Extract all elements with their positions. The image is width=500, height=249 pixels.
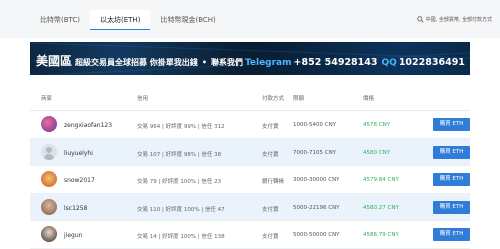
banner-phone: +852 54928143 <box>293 57 378 68</box>
header-credit: 信用 <box>137 96 149 102</box>
trade-limit: 5000-50000 CNY <box>293 232 340 239</box>
trade-limit: 5000-22196 CNY <box>293 204 340 211</box>
banner-headline: 超級交易員全球招募 你掛單我出錢 <box>75 58 198 67</box>
price: 4580.27 CNY <box>363 204 399 211</box>
banner-telegram-label: Telegram <box>244 58 292 68</box>
promo-banner[interactable]: 美國區 超級交易員全球招募 你掛單我出錢 • 聯系我們 Telegram +852 549… <box>30 42 470 75</box>
tab-eth[interactable]: 以太坊(ETH) <box>90 10 151 30</box>
buy-eth-button[interactable]: 購買 ETH <box>433 228 470 242</box>
user-stats: 交易 79 | 好評度 100% | 信任 23 <box>137 179 222 186</box>
user-name[interactable]: jiegun <box>64 232 82 239</box>
avatar[interactable] <box>41 171 57 188</box>
avatar[interactable] <box>41 116 57 132</box>
payment-method: 銀行轉帳 <box>262 179 285 186</box>
search-icon <box>416 16 424 23</box>
tab-btc[interactable]: 比特幣(BTC) <box>30 10 90 30</box>
header-user: 商家 <box>41 96 53 102</box>
trade-limit: 3000-30000 CNY <box>293 177 340 184</box>
trade-limit: 7000-7105 CNY <box>293 149 337 156</box>
banner-text: 美國區 超級交易員全球招募 你掛單我出錢 • 聯系我們 Telegram +852 549… <box>36 50 465 69</box>
user-stats: 交易 14 | 好評度 100% | 信任 138 <box>137 234 225 241</box>
banner-separator: • <box>201 58 207 67</box>
user-name[interactable]: snow2017 <box>64 177 95 184</box>
header-price: 價格 <box>363 96 375 102</box>
payment-method: 支付寶 <box>262 124 279 130</box>
banner-qq-label: QQ <box>381 58 397 68</box>
payment-method: 支付寶 <box>262 151 279 158</box>
avatar[interactable] <box>41 226 57 243</box>
user-name[interactable]: liuyuelyhi <box>64 150 93 157</box>
avatar[interactable] <box>41 198 57 215</box>
user-stats: 交易 110 | 好評度 100% | 信任 47 <box>137 206 225 213</box>
buy-eth-button[interactable]: 購買 ETH <box>433 145 470 159</box>
user-name[interactable]: zengxiaofan123 <box>64 122 112 129</box>
banner-qq-number: 1022836491 <box>398 57 465 68</box>
buy-eth-button[interactable]: 購買 ETH <box>433 200 470 214</box>
header-payment: 付款方式 <box>262 96 285 102</box>
user-stats: 交易 964 | 好評度 99% | 信任 312 <box>137 124 225 130</box>
user-name[interactable]: lsc1258 <box>64 205 87 212</box>
table-row: liuyuelyhi 交易 107 | 好評度 98% | 信任 38 支付寶 … <box>30 138 470 167</box>
filter-label: 中國, 全部貨幣, 全部付款方式 <box>425 17 492 23</box>
header-limit: 限額 <box>293 96 305 102</box>
price: 4579.84 CNY <box>363 177 399 184</box>
table-row: lsc1258 交易 110 | 好評度 100% | 信任 47 支付寶 50… <box>30 193 470 222</box>
banner-region: 美國區 <box>36 54 73 68</box>
table-row: jiegun 交易 14 | 好評度 100% | 信任 138 支付寶 500… <box>30 221 470 249</box>
price: 4586.79 CNY <box>363 232 399 239</box>
payment-method: 支付寶 <box>262 206 279 213</box>
filter-selector[interactable]: 中國, 全部貨幣, 全部付款方式 <box>416 16 492 23</box>
trade-limit: 1000-5400 CNY <box>293 122 337 128</box>
table-header: 商家 信用 付款方式 限額 價格 <box>30 83 470 111</box>
table-row: snow2017 交易 79 | 好評度 100% | 信任 23 銀行轉帳 3… <box>30 166 470 194</box>
price: 4580 CNY <box>363 149 391 156</box>
buy-eth-button[interactable]: 購買 ETH <box>433 173 470 187</box>
avatar[interactable] <box>41 143 57 160</box>
buy-eth-button[interactable]: 購買 ETH <box>433 118 470 131</box>
banner-contact-label: 聯系我們 <box>210 58 243 67</box>
table-row: zengxiaofan123 交易 964 | 好評度 99% | 信任 312… <box>30 111 470 139</box>
top-bar: 比特幣(BTC) 以太坊(ETH) 比特幣現金(BCH) 中國, 全部貨幣, 全… <box>0 0 500 38</box>
user-stats: 交易 107 | 好評度 98% | 信任 38 <box>137 151 222 158</box>
tab-bch[interactable]: 比特幣現金(BCH) <box>150 10 225 30</box>
currency-tabs: 比特幣(BTC) 以太坊(ETH) 比特幣現金(BCH) <box>30 10 226 30</box>
payment-method: 支付寶 <box>262 234 279 241</box>
offers-table: 商家 信用 付款方式 限額 價格 zengxiaofan123 交易 964 |… <box>30 83 470 249</box>
price: 4578 CNY <box>363 122 391 128</box>
